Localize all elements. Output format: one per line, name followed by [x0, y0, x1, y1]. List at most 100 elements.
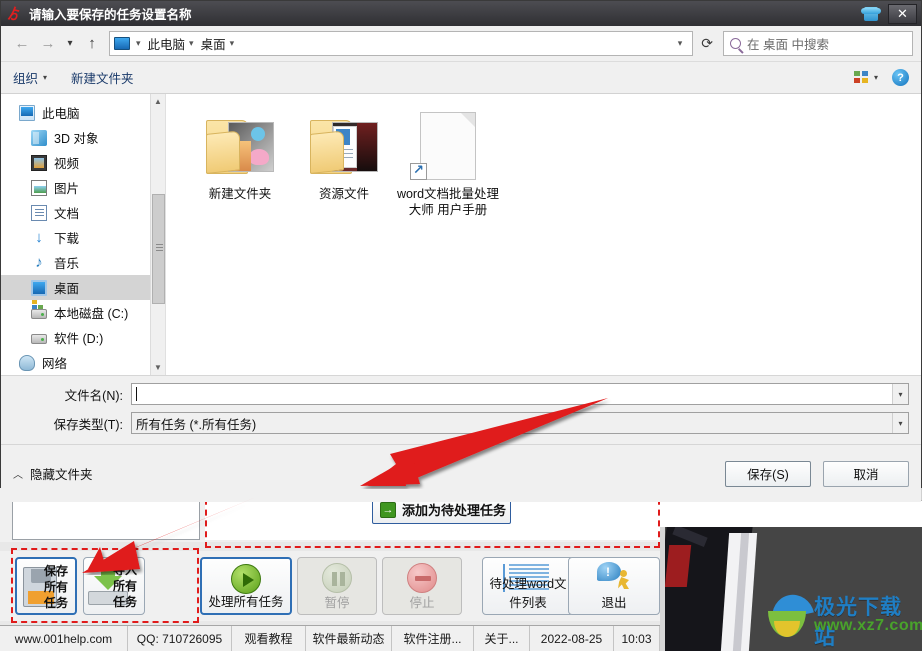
preview-photo: 极光下载站 www.xz7.com	[665, 527, 922, 651]
command-bar: 组织 ▾ 新建文件夹 ▾ ?	[1, 62, 921, 94]
sidebar-item-downloads[interactable]: ↓ 下载	[1, 225, 165, 250]
sidebar-item-documents[interactable]: 文档	[1, 200, 165, 225]
file-list-pane[interactable]: 新建文件夹 资源文件 ↗ word文档批量处理大师 用户手册	[166, 94, 921, 486]
hide-folders-toggle[interactable]: ︿ 隐藏文件夹	[13, 464, 93, 483]
status-website[interactable]: www.001help.com	[0, 626, 128, 651]
breadcrumb-this-pc[interactable]: 此电脑	[148, 34, 186, 53]
dialog-body: 此电脑 3D 对象 视频 图片 文档 ↓ 下载 ♪ 音乐 桌面 本地磁盘 (C:) …	[1, 94, 921, 486]
shortcut-overlay-icon	[410, 162, 427, 180]
process-all-tasks-label: 处理所有任务	[208, 595, 284, 609]
sidebar-item-pictures[interactable]: 图片	[1, 175, 165, 200]
refresh-button[interactable]: ⟳	[699, 35, 715, 52]
status-register[interactable]: 软件注册...	[392, 626, 474, 651]
folder-icon	[200, 106, 280, 182]
documents-icon	[31, 204, 47, 221]
savetype-dropdown-icon[interactable]: ▾	[892, 413, 908, 433]
back-button[interactable]: ←	[9, 31, 35, 57]
save-button[interactable]: 保存(S)	[725, 460, 811, 487]
status-bar: www.001help.com QQ: 710726095 观看教程 软件最新动…	[0, 625, 660, 651]
stop-icon	[407, 563, 437, 593]
file-item-new-folder[interactable]: 新建文件夹	[188, 106, 292, 202]
music-icon: ♪	[35, 253, 43, 271]
hide-folders-label: 隐藏文件夹	[30, 468, 93, 482]
sidebar-label: 软件 (D:)	[54, 332, 104, 346]
exit-button[interactable]: ! 退出	[568, 557, 660, 615]
sidebar-label: 下载	[54, 232, 80, 246]
address-bar[interactable]: ▾ 此电脑 ▾ 桌面 ▾ ▾	[109, 31, 694, 56]
file-name: 新建文件夹	[208, 187, 272, 201]
pending-word-files-button[interactable]: 待处理word文 件列表	[482, 557, 574, 615]
dialog-form: 文件名(N): ▾ 保存类型(T): 所有任务 (*.所有任务) ▾	[1, 375, 921, 444]
pause-icon	[322, 563, 352, 593]
navigation-pane: 此电脑 3D 对象 视频 图片 文档 ↓ 下载 ♪ 音乐 桌面 本地磁盘 (C:) …	[1, 94, 166, 375]
navigation-bar: ← → ▾ ↑ ▾ 此电脑 ▾ 桌面 ▾ ▾ ⟳ 在 桌面 中搜索	[1, 26, 921, 62]
status-qq[interactable]: QQ: 710726095	[128, 626, 232, 651]
sidebar-label: 音乐	[54, 257, 80, 271]
organize-menu[interactable]: 组织 ▾	[13, 68, 47, 87]
sidebar-label: 此电脑	[42, 107, 80, 121]
file-item-resource-files[interactable]: 资源文件	[292, 106, 396, 202]
sidebar-item-3d-objects[interactable]: 3D 对象	[1, 125, 165, 150]
up-button[interactable]: ↑	[79, 31, 105, 57]
filename-dropdown-icon[interactable]: ▾	[892, 384, 908, 404]
change-view-button[interactable]: ▾	[853, 70, 878, 85]
close-button[interactable]: ✕	[888, 3, 917, 24]
help-icon[interactable]: ?	[892, 69, 909, 86]
sidebar-label: 本地磁盘 (C:)	[54, 307, 129, 321]
chevron-right-icon-2[interactable]: ▾	[230, 38, 235, 49]
computer-icon	[114, 37, 130, 50]
filename-label: 文件名(N):	[64, 388, 123, 403]
address-dropdown-icon[interactable]: ▾	[672, 38, 689, 49]
recent-locations-button[interactable]: ▾	[61, 31, 79, 57]
status-about[interactable]: 关于...	[474, 626, 530, 651]
pause-button[interactable]: 暂停	[297, 557, 377, 615]
search-icon	[730, 38, 741, 49]
sidebar-item-videos[interactable]: 视频	[1, 150, 165, 175]
sidebar-label: 视频	[54, 157, 80, 171]
pc-icon	[19, 104, 35, 121]
status-news[interactable]: 软件最新动态	[306, 626, 392, 651]
sidebar-item-music[interactable]: ♪ 音乐	[1, 250, 165, 275]
filename-input[interactable]: ▾	[131, 383, 909, 405]
chevron-up-icon: ︿	[13, 470, 23, 481]
search-input[interactable]: 在 桌面 中搜索	[723, 31, 913, 56]
scroll-up-arrow[interactable]: ▲	[151, 94, 165, 109]
process-all-tasks-button[interactable]: 处理所有任务	[200, 557, 292, 615]
nav-pane-scrollbar[interactable]: ▲ ▼	[150, 94, 165, 375]
status-time: 10:03	[614, 626, 660, 651]
sidebar-item-software-d[interactable]: 软件 (D:)	[1, 325, 165, 350]
cancel-button[interactable]: 取消	[823, 460, 909, 487]
file-item-word-manual[interactable]: word文档批量处理大师 用户手册	[396, 106, 500, 218]
forward-button[interactable]: →	[35, 31, 61, 57]
exit-label: 退出	[601, 596, 627, 610]
savetype-value: 所有任务 (*.所有任务)	[136, 417, 257, 432]
status-tutorial[interactable]: 观看教程	[232, 626, 306, 651]
filename-row: 文件名(N): ▾	[13, 382, 909, 406]
savetype-select[interactable]: 所有任务 (*.所有任务) ▾	[131, 412, 909, 434]
sidebar-item-local-disk-c[interactable]: 本地磁盘 (C:)	[1, 300, 165, 325]
sidebar-item-network[interactable]: 网络	[1, 350, 165, 375]
text-cursor	[136, 387, 137, 401]
sidebar-item-desktop[interactable]: 桌面	[1, 275, 165, 300]
sidebar-item-this-pc[interactable]: 此电脑	[1, 100, 165, 125]
breadcrumb-desktop[interactable]: 桌面	[201, 34, 226, 53]
chevron-right-icon-0[interactable]: ▾	[136, 38, 141, 49]
local-disk-icon	[31, 305, 47, 319]
sidebar-label: 文档	[54, 207, 80, 221]
scrollbar-thumb[interactable]	[152, 194, 165, 304]
stop-button[interactable]: 停止	[382, 557, 462, 615]
play-icon	[231, 564, 261, 594]
chevron-down-icon: ▾	[43, 73, 48, 82]
scroll-down-arrow[interactable]: ▼	[151, 360, 165, 375]
new-folder-button[interactable]: 新建文件夹	[71, 68, 134, 87]
file-name: 资源文件	[318, 187, 369, 201]
downloads-icon: ↓	[35, 228, 43, 246]
chevron-right-icon-1[interactable]: ▾	[189, 38, 194, 49]
new-folder-label: 新建文件夹	[71, 72, 134, 86]
dialog-title: 请输入要保存的任务设置名称	[29, 8, 192, 22]
videos-icon	[31, 154, 47, 171]
save-as-dialog: 请输入要保存的任务设置名称 ✕ ← → ▾ ↑ ▾ 此电脑 ▾ 桌面 ▾ ▾ ⟳…	[0, 0, 922, 502]
savetype-label: 保存类型(T):	[53, 417, 123, 432]
add-pending-task-label: 添加为待处理任务	[402, 503, 507, 518]
watermark: 极光下载站 www.xz7.com	[768, 589, 922, 649]
